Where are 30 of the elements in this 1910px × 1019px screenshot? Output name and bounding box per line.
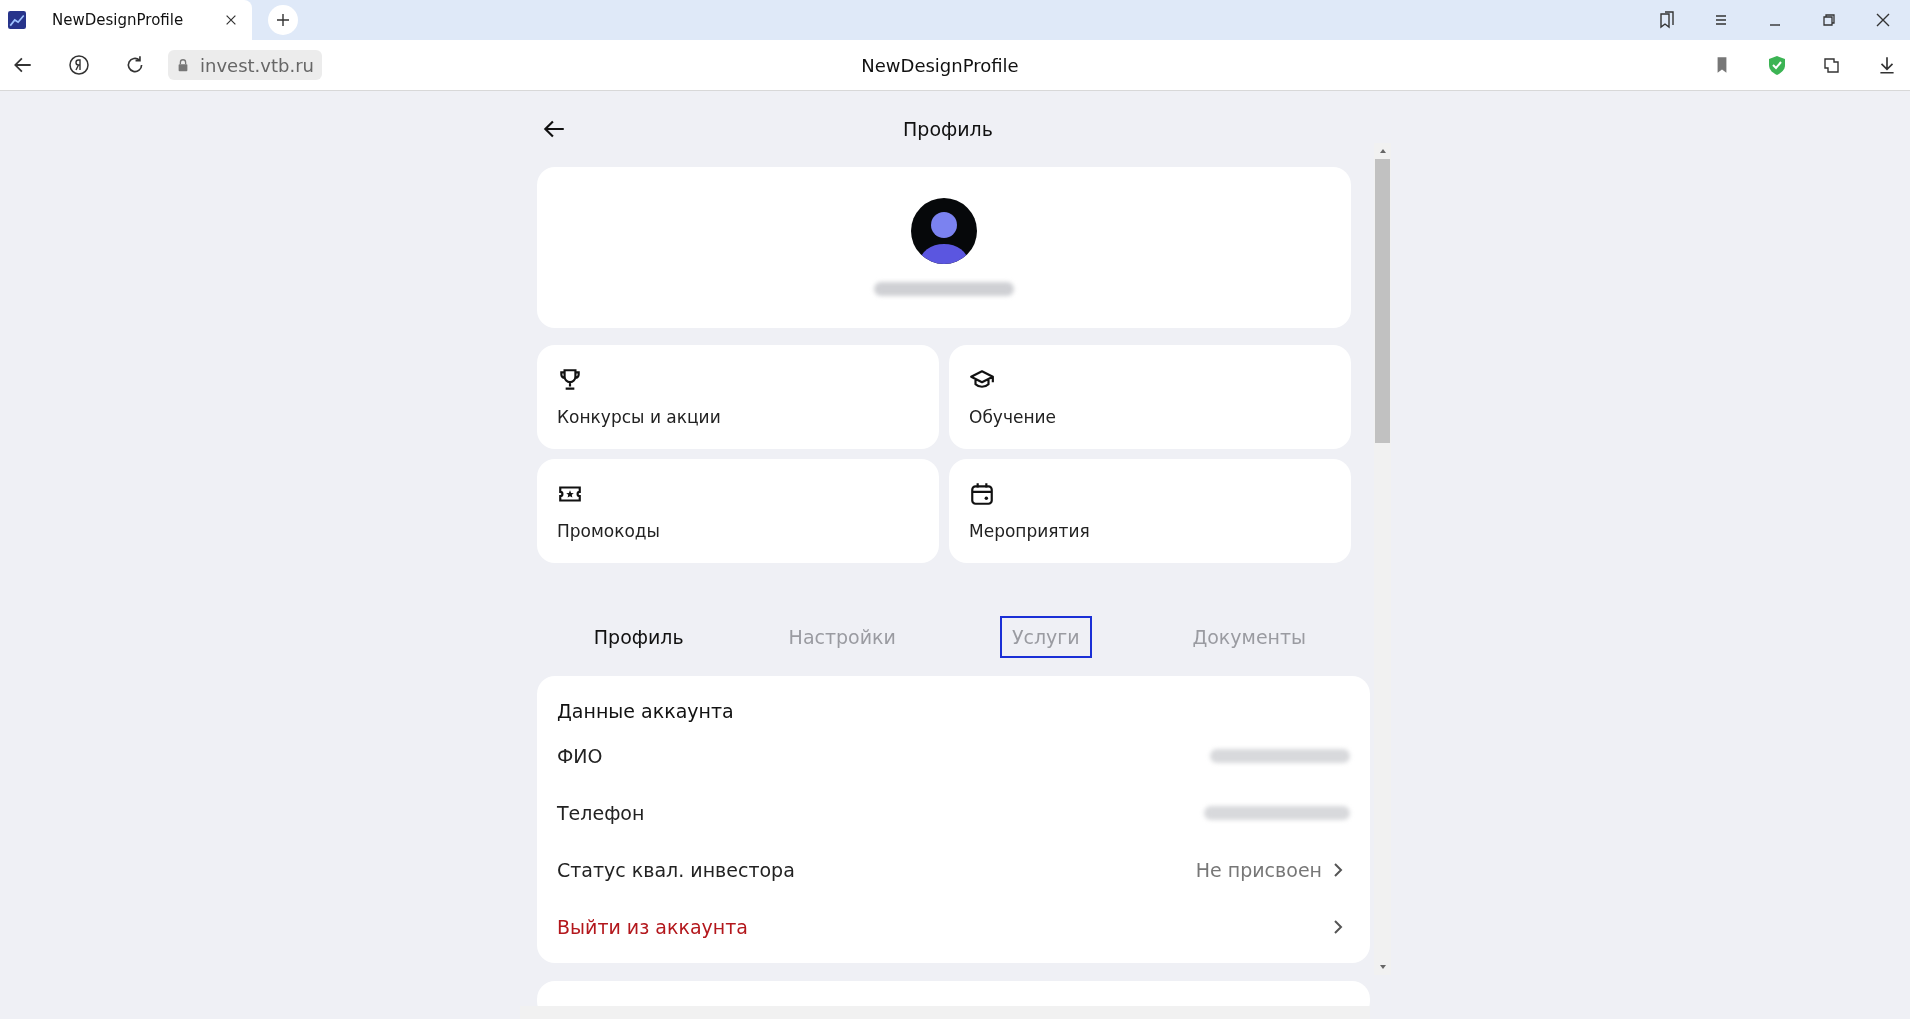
page-title: NewDesignProfile	[861, 54, 1019, 76]
avatar-icon	[911, 198, 977, 265]
site-icon	[8, 11, 26, 29]
field-value: Не присвоен	[1195, 859, 1322, 882]
address-field[interactable]: invest.vtb.ru	[168, 50, 322, 80]
chevron-icon[interactable]	[1332, 862, 1344, 879]
section-title: Данные аккаунта	[557, 699, 735, 722]
tab-title: NewDesignProfile	[52, 11, 185, 29]
menu-tile[interactable]: Конкурсы и акции	[537, 344, 939, 449]
menu-tile[interactable]: Обучение	[949, 344, 1351, 449]
calendar-icon	[969, 480, 995, 507]
close-icon[interactable]	[224, 13, 238, 27]
lock-icon	[176, 58, 190, 72]
scrollbar[interactable]	[1374, 143, 1391, 975]
field-label: ФИО	[557, 745, 604, 768]
menu-tile[interactable]: Мероприятия	[949, 458, 1351, 563]
menu-tile[interactable]: Промокоды	[537, 458, 939, 563]
bookmarks-icon[interactable]	[1657, 10, 1677, 30]
plus-icon	[275, 12, 291, 28]
chevron-icon[interactable]	[1332, 919, 1344, 936]
browser-tab[interactable]: NewDesignProfile	[0, 0, 252, 40]
logout-link[interactable]: Выйти из аккаунта	[557, 916, 1322, 939]
section-tab[interactable]: Профиль	[581, 616, 696, 659]
yandex-icon[interactable]	[68, 54, 90, 76]
shield-icon[interactable]	[1766, 54, 1788, 76]
field-label: Телефон	[557, 802, 646, 825]
field-label: Статус квал. инвестора	[557, 859, 796, 882]
page-heading: Профиль	[903, 117, 993, 140]
new-tab-button[interactable]	[268, 5, 298, 35]
trophy-icon	[557, 366, 583, 393]
